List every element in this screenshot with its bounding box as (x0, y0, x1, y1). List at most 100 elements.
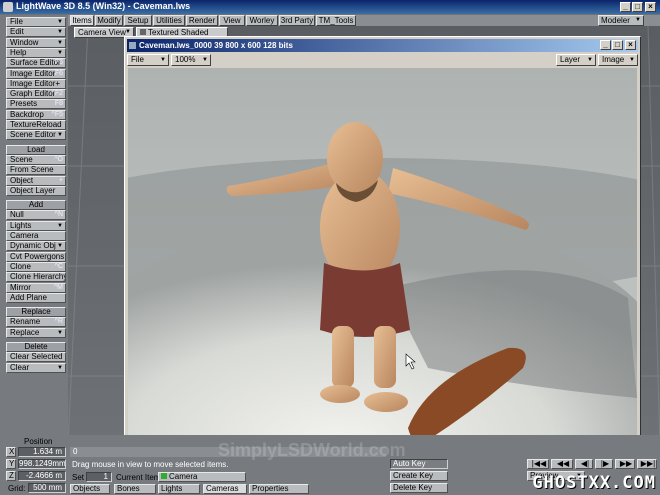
bones-button[interactable]: Bones (114, 484, 156, 494)
menu-mirror-button[interactable]: Mirror ^M (6, 282, 66, 293)
image-select[interactable]: Image ▼ (598, 54, 638, 66)
menu-backdrop-button[interactable]: Backdrop ^F5 (6, 109, 66, 120)
render-window-toolbar: File ▼ 100% ▼ Layer ▼ Image ▼ (127, 53, 638, 67)
camera-icon (161, 473, 167, 479)
menu-clone-button[interactable]: Clone ^C (6, 261, 66, 272)
menu-lights-button[interactable]: Lights ▼ (6, 220, 66, 231)
add-section-header: Add (6, 200, 66, 211)
modeler-switch-button[interactable]: Modeler ▼ (598, 15, 644, 26)
create-key-button[interactable]: Create Key (390, 471, 448, 481)
render-close-icon[interactable]: × (625, 40, 636, 50)
tab-render[interactable]: Render (186, 15, 218, 26)
delete-key-button[interactable]: Delete Key (390, 483, 448, 493)
menu-item-label: Scene (10, 154, 33, 164)
menu-image-editor-button[interactable]: Image Editor+ (6, 78, 66, 89)
render-file-menu[interactable]: File ▼ (127, 54, 169, 66)
menu-null-button[interactable]: Null ^N (6, 210, 66, 221)
tab-tm-tools[interactable]: TM_Tools (316, 15, 356, 26)
menu-from-scene-button[interactable]: From Scene (6, 165, 66, 176)
tab-view[interactable]: View (219, 15, 245, 26)
tab-setup[interactable]: Setup (124, 15, 152, 26)
menu-edit-button[interactable]: Edit ▼ (6, 27, 66, 38)
layer-select[interactable]: Layer ▼ (556, 54, 596, 66)
x-position-field[interactable]: 1.634 m (18, 447, 66, 457)
menu-item-label: Clone Hierarchy (10, 272, 66, 282)
y-position-field[interactable]: 998.1249mm (18, 459, 66, 469)
z-axis-toggle[interactable]: Z (6, 471, 16, 481)
grid-size-field[interactable]: 500 mm (28, 483, 66, 493)
chevron-down-icon: ▼ (57, 222, 63, 229)
shortcut-label: ^N (54, 211, 63, 219)
chevron-down-icon: ▼ (57, 329, 63, 336)
menu-item-label: Backdrop (10, 109, 44, 119)
last-frame-button[interactable]: ▶▶| (637, 459, 657, 469)
menu-item-label: Scene Editor (10, 130, 56, 140)
menu-image-editor-button[interactable]: Image Editor F6 (6, 68, 66, 79)
shortcut-label: ^O (54, 155, 63, 163)
set-frame-field[interactable]: 1 (86, 472, 112, 482)
menu-item-label: File (10, 17, 23, 26)
maximize-icon[interactable]: □ (632, 2, 643, 12)
prev-frame-button[interactable]: ◀| (575, 459, 593, 469)
tab-worley[interactable]: Worley (246, 15, 278, 26)
menu-surface-editor-button[interactable]: Surface Editor F5 (6, 58, 66, 69)
menu-scene-editor-button[interactable]: Scene Editor ▼ (6, 130, 66, 141)
current-item-select[interactable]: Camera (158, 472, 246, 482)
chevron-down-icon: ▼ (57, 364, 63, 371)
zoom-select[interactable]: 100% ▼ (171, 54, 211, 66)
tab-items[interactable]: Items (70, 15, 94, 26)
shortcut-label: ^F5 (51, 110, 63, 118)
properties-button[interactable]: Properties (249, 484, 309, 494)
lights-button[interactable]: Lights (158, 484, 200, 494)
menu-object-button[interactable]: Object + (6, 175, 66, 186)
menu-cvt-powergons-button[interactable]: Cvt Powergons (6, 251, 66, 262)
next-key-button[interactable]: ▶▶ (615, 459, 635, 469)
shading-mode-icon (140, 29, 146, 35)
x-axis-toggle[interactable]: X (6, 447, 16, 457)
menu-presets-button[interactable]: Presets F8 (6, 99, 66, 110)
menu-item-label: Edit (10, 27, 24, 37)
z-position-field[interactable]: -2.4666 m (18, 471, 66, 481)
cameras-button[interactable]: Cameras (203, 484, 247, 494)
y-axis-toggle[interactable]: Y (6, 459, 16, 469)
menu-replace-button[interactable]: Replace ▼ (6, 327, 66, 338)
render-minimize-icon[interactable]: _ (600, 40, 611, 50)
menu-clone-hierarchy-button[interactable]: Clone Hierarchy (6, 272, 66, 283)
lightwave-logo-icon (3, 2, 13, 12)
menu-help-button[interactable]: Help ▼ (6, 47, 66, 58)
caveman-head (327, 122, 383, 194)
menu-add-plane-button[interactable]: Add Plane (6, 292, 66, 303)
tab-utilities[interactable]: Utilities (153, 15, 185, 26)
tab-3rd-party[interactable]: 3rd Party (279, 15, 315, 26)
prev-key-button[interactable]: ◀◀ (551, 459, 573, 469)
menu-file-button[interactable]: File ▼ (6, 17, 66, 27)
tab-modify[interactable]: Modify (95, 15, 123, 26)
menu-camera-button[interactable]: Camera (6, 231, 66, 241)
render-window-title: Caveman.lws_0000 39 800 x 600 128 bits (139, 41, 293, 50)
menu-scene-button[interactable]: Scene ^O (6, 154, 66, 165)
menu-rename-button[interactable]: Rename ^R (6, 317, 66, 328)
fast-forward-icon: ▶▶ (619, 459, 633, 468)
menu-clear-button[interactable]: Clear ▼ (6, 362, 66, 373)
current-item-label: Current Item (116, 473, 161, 482)
menu-graph-editor-button[interactable]: Graph Editor ^F2 (6, 89, 66, 100)
chevron-down-icon: ▼ (57, 243, 63, 250)
chevron-down-icon: ▼ (160, 57, 166, 63)
menu-object-layer-button[interactable]: Object Layer (6, 185, 66, 196)
first-frame-button[interactable]: |◀◀ (527, 459, 549, 469)
render-maximize-icon[interactable]: □ (612, 40, 623, 50)
menu-clear-selected-button[interactable]: Clear Selected (6, 352, 66, 363)
next-frame-button[interactable]: |▶ (595, 459, 613, 469)
minimize-icon[interactable]: _ (620, 2, 631, 12)
objects-button[interactable]: Objects (70, 484, 110, 494)
render-file-label: File (131, 55, 144, 64)
menu-dynamic-obj-button[interactable]: Dynamic Obj ▼ (6, 241, 66, 252)
menu-item-label: Lights (10, 220, 32, 230)
shortcut-label: ^R (54, 318, 63, 326)
close-icon[interactable]: × (645, 2, 656, 12)
render-display-window[interactable]: Caveman.lws_0000 39 800 x 600 128 bits _… (124, 36, 641, 455)
menu-item-label: TextureReload (10, 120, 62, 129)
caveman-loincloth (320, 263, 410, 337)
menu-texturereload-button[interactable]: TextureReload (6, 120, 66, 130)
menu-window-button[interactable]: Window ▼ (6, 37, 66, 48)
